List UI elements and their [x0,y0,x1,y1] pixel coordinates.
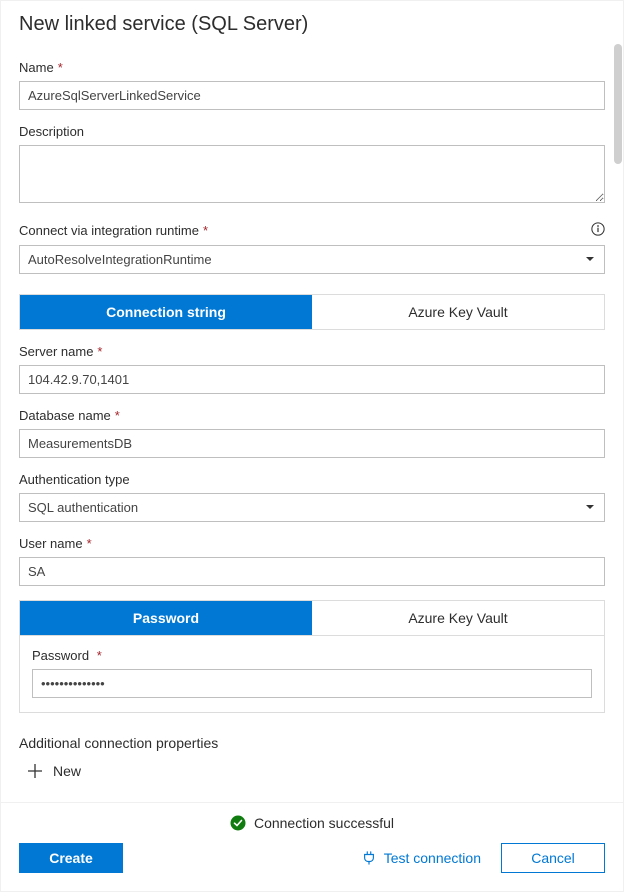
runtime-select[interactable] [19,245,605,274]
password-label: Password * [32,648,592,663]
authtype-label: Authentication type [19,472,605,487]
test-connection-button[interactable]: Test connection [352,844,491,872]
required-asterisk: * [203,223,208,238]
success-check-icon [230,815,246,831]
server-label: Server name * [19,344,605,359]
plug-icon [362,851,376,865]
panel-title: New linked service (SQL Server) [1,1,623,42]
linked-service-panel: New linked service (SQL Server) Name * D… [0,0,624,892]
name-label: Name * [19,60,605,75]
required-asterisk: * [97,344,102,359]
database-label-text: Database name [19,408,111,423]
panel-footer: Connection successful Create Test connec… [1,802,623,891]
tab-password[interactable]: Password [20,601,312,635]
database-name-input[interactable] [19,429,605,458]
password-input[interactable] [32,669,592,698]
add-connection-property-label: New [53,763,81,779]
authtype-select-wrap [19,493,605,522]
create-button[interactable]: Create [19,843,123,873]
cancel-button[interactable]: Cancel [501,843,605,873]
required-asterisk: * [115,408,120,423]
description-textarea[interactable] [19,145,605,203]
footer-button-row: Create Test connection Cancel [19,843,605,873]
connection-status: Connection successful [19,813,605,843]
tab-connection-string[interactable]: Connection string [20,295,312,329]
authtype-select[interactable] [19,493,605,522]
add-connection-property-button[interactable]: New [19,761,605,781]
scrollbar[interactable] [613,42,623,802]
description-label: Description [19,124,605,139]
connection-status-text: Connection successful [254,815,394,831]
username-label: User name * [19,536,605,551]
username-input[interactable] [19,557,605,586]
additional-props-title: Additional connection properties [19,735,605,751]
runtime-select-wrap [19,245,605,274]
plus-icon [27,763,43,779]
required-asterisk: * [87,536,92,551]
name-label-text: Name [19,60,54,75]
connection-tabs: Connection string Azure Key Vault [19,294,605,330]
test-connection-label: Test connection [384,850,481,866]
required-asterisk: * [97,648,102,663]
scrollbar-thumb[interactable] [614,44,622,164]
server-name-input[interactable] [19,365,605,394]
required-asterisk: * [58,60,63,75]
password-label-text: Password [32,648,89,663]
info-icon[interactable] [591,222,605,239]
panel-content: Name * Description Connect via integrati… [1,42,623,802]
password-tabs: Password Azure Key Vault [19,600,605,636]
runtime-label-row: Connect via integration runtime * [19,222,605,239]
username-label-text: User name [19,536,83,551]
database-label: Database name * [19,408,605,423]
server-label-text: Server name [19,344,93,359]
tab-azure-key-vault-password[interactable]: Azure Key Vault [312,601,604,635]
name-input[interactable] [19,81,605,110]
password-box: Password * [19,636,605,713]
runtime-label: Connect via integration runtime [19,223,199,238]
tab-azure-key-vault-connection[interactable]: Azure Key Vault [312,295,604,329]
